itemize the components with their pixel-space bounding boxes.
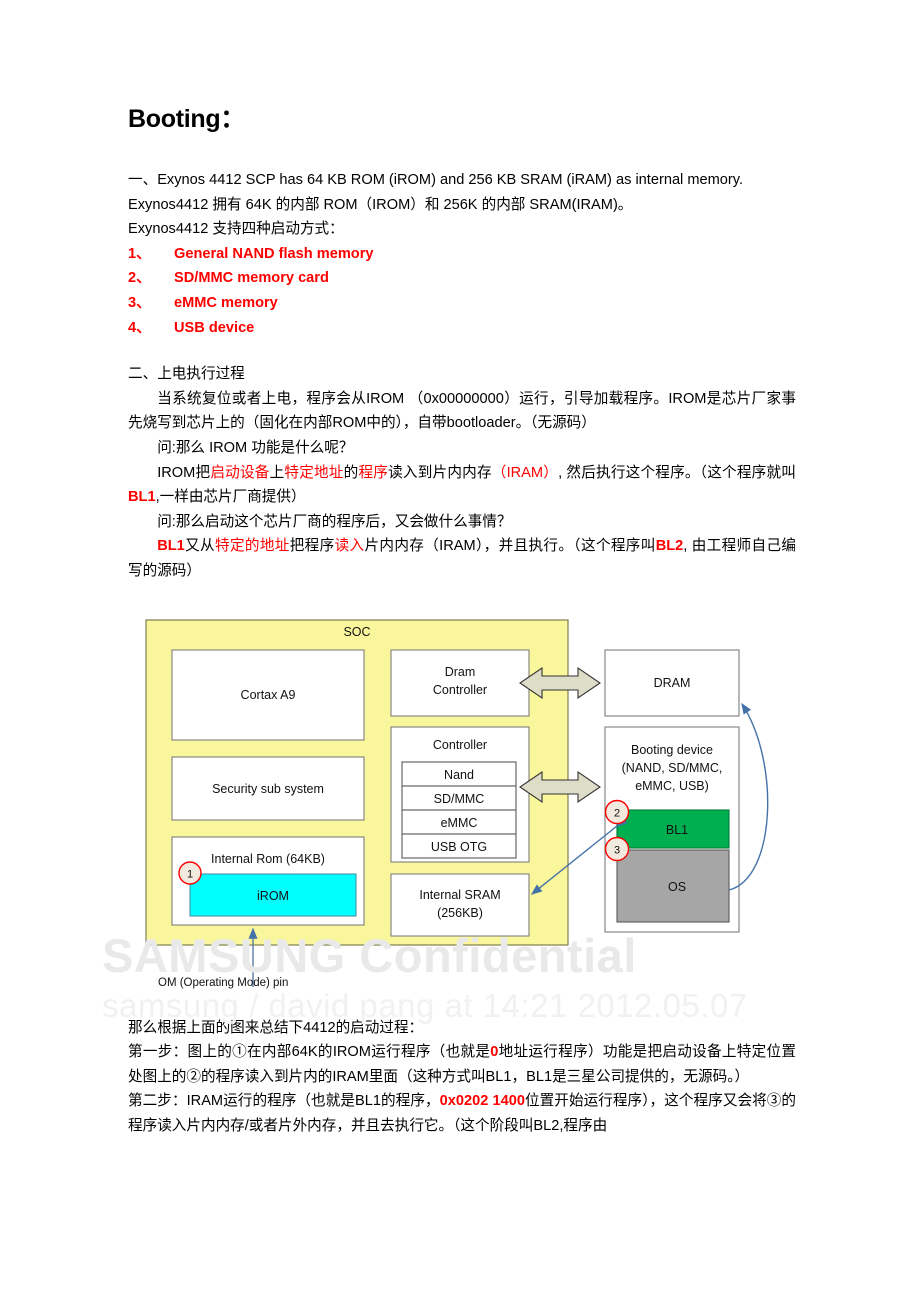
text-seg: ,一样由芯片厂商提供） [155,489,306,506]
question-irom-function: 问:那么 IROM 功能是什么呢？ [157,439,354,456]
label-usb-otg: USB OTG [431,840,487,854]
text-seg-red: 特定地址 [284,464,344,481]
list-item: 1、 General NAND flash memory [128,242,796,267]
document-page: Booting： 一、Exynos 4412 SCP has 64 KB ROM… [0,0,920,1302]
text-seg: 的 [343,464,359,481]
text-seg: , 然后执行这个程序。（这个程序就叫 [558,464,796,481]
question-after-vendor-program: 问:那么启动这个芯片厂商的程序后，又会做什么事情？ [157,513,512,530]
list-item-label: SD/MMC memory card [174,270,329,287]
label-irom: iROM [257,889,289,903]
list-item: 2、 SD/MMC memory card [128,266,796,291]
list-item-number: 4、 [128,319,151,336]
boot-modes-list: 1、 General NAND flash memory 2、 SD/MMC mem… [128,242,796,340]
intro-line-cn-1: Exynos4412 拥有 64K 的内部 ROM（IROM）和 256K 的内… [128,196,633,213]
label-nand: Nand [444,768,474,782]
paragraph-bl1-load: BL1又从特定的地址把程序读入片内内存（IRAM），并且执行。（这个程序叫BL2… [128,534,796,583]
document-content: Booting： 一、Exynos 4412 SCP has 64 KB ROM… [102,0,796,1138]
diagram-canvas: 1 2 3 SOC Cortax A9 Security sub system [128,602,796,1006]
intro-line-cn-2: Exynos4412 支持四种启动方式： [128,221,344,238]
svg-text:3: 3 [614,844,620,856]
list-item: 3、 eMMC memory [128,291,796,316]
intro-block: 一、Exynos 4412 SCP has 64 KB ROM (iROM) a… [128,168,796,242]
label-os: OS [668,880,686,894]
block-internal-sram [390,872,530,937]
summary-heading: 那么根据上面的图来总结下4412的启动过程： [128,1019,424,1036]
svg-text:2: 2 [614,807,620,819]
text-seg-red: 启动设备 [210,464,270,481]
text-seg-red: BL2 [655,538,684,555]
boot-architecture-diagram: 1 2 3 SOC Cortax A9 Security sub system [102,602,796,1022]
label-internal-sram-line1: Internal SRAM [419,888,500,902]
list-item: 4、 USB device [128,316,796,341]
list-item-label: USB device [174,319,255,336]
label-sdmmc: SD/MMC [434,792,485,806]
text-seg-red: 程序 [358,464,389,481]
label-bl1: BL1 [666,823,688,837]
paragraph-step-2: 第二步：IRAM运行的程序（也就是BL1的程序，0x0202 1400位置开始运… [128,1089,796,1138]
text-seg-red: 特定的地址 [215,538,290,555]
page-title: Booting： [128,105,246,133]
text-seg: 又从 [184,538,216,555]
label-dram: DRAM [654,676,691,690]
list-item-label: eMMC memory [174,294,278,311]
text-seg-red: BL1 [128,489,156,506]
marker-3: 3 [604,836,630,861]
intro-line-en: 一、Exynos 4412 SCP has 64 KB ROM (iROM) a… [128,172,744,188]
paragraph-irom-load: IROM把启动设备上特定地址的程序读入到片内内存（IRAM）, 然后执行这个程序… [128,461,796,510]
svg-text:1: 1 [187,868,193,880]
label-booting-device-line1: Booting device [631,743,713,757]
text-seg-red: 0x0202 1400 [439,1093,525,1110]
label-soc: SOC [343,625,370,639]
paragraph-step-1: 第一步：图上的①在内部64K的IROM运行程序（也就是0地址运行程序）功能是把启… [128,1040,796,1089]
text-seg: 第二步：IRAM运行的程序（也就是BL1的程序， [128,1093,440,1110]
text-seg: IROM把 [157,464,211,481]
text-seg-red: 读入 [334,538,365,555]
text-seg: 片内内存（IRAM），并且执行。（这个程序叫 [364,538,656,555]
marker-1: 1 [178,860,202,885]
text-seg: 把程序 [289,538,335,555]
text-seg: 上 [269,464,285,481]
list-item-number: 2、 [128,270,151,287]
label-booting-device-line3: eMMC, USB) [635,779,709,793]
section-2-heading: 二、上电执行过程 [128,366,245,383]
label-security-sub-system: Security sub system [212,782,324,796]
label-cortex-a9: Cortax A9 [241,688,296,702]
label-dram-controller-line2: Controller [433,683,487,697]
list-item-number: 3、 [128,294,151,311]
text-seg: 第一步：图上的①在内部64K的IROM运行程序（也就是 [128,1044,491,1061]
label-om-pin: OM (Operating Mode) pin [158,976,289,989]
list-item-number: 1、 [128,245,151,262]
label-booting-device-line2: (NAND, SD/MMC, [622,761,723,775]
label-emmc: eMMC [441,816,478,830]
label-internal-sram-line2: (256KB) [437,906,483,920]
list-item-label: General NAND flash memory [174,245,374,262]
marker-2: 2 [604,799,630,824]
text-seg-red: （IRAM） [491,464,559,481]
label-dram-controller-line1: Dram [445,665,476,679]
label-controller: Controller [433,738,487,752]
text-seg: 读入到片内内存 [388,464,492,481]
paragraph-power-on: 当系统复位或者上电，程序会从IROM （0x00000000）运行，引导加载程序… [128,390,796,432]
text-seg-red: BL1 [157,538,185,555]
label-internal-rom: Internal Rom (64KB) [211,852,325,866]
